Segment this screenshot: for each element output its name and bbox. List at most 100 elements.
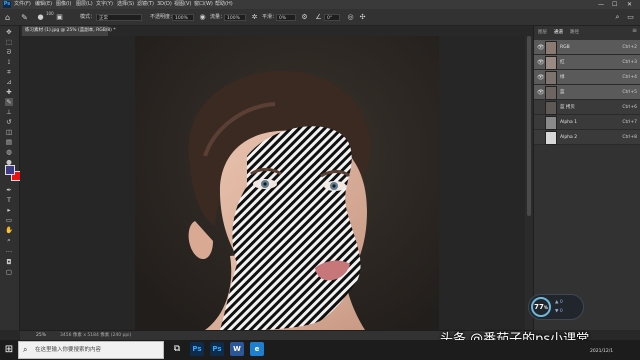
menu-image[interactable]: 图像(I)	[56, 0, 71, 9]
menu-window[interactable]: 窗口(W)	[194, 0, 213, 9]
search-icon[interactable]: ⌕	[613, 13, 622, 22]
channel-row-rgb[interactable]: 👁 RGB Ctrl+2	[534, 40, 640, 55]
download-rate: ▼ 0	[555, 309, 563, 314]
brush-settings-icon[interactable]: ▣	[55, 13, 64, 22]
document-tab-bar: 练习素材 (1).jpg @ 25% (蓝副本, RGB/8) *	[20, 26, 525, 36]
close-button[interactable]: ✕	[627, 0, 632, 9]
tools-panel: ✥ ⬚ ᘐ ⟟ ⌗ ⊿ ✚ ✎ ⊥ ↺ ◫ ▤ ◍ ● ✒ T ▸ ▭ ✋ ⌕ …	[0, 26, 21, 330]
menu-file[interactable]: 文件(F)	[14, 0, 31, 9]
hand-tool-icon[interactable]: ✋	[5, 226, 13, 234]
visibility-eye-icon[interactable]: 👁	[537, 44, 545, 51]
document-tab[interactable]: 练习素材 (1).jpg @ 25% (蓝副本, RGB/8) *	[22, 26, 116, 36]
tab-layers[interactable]: 图层	[538, 29, 547, 35]
maximize-button[interactable]: ☐	[612, 0, 617, 9]
brush-preset-icon[interactable]: ●	[36, 13, 45, 22]
channel-thumbnail	[545, 116, 557, 130]
channel-row-green[interactable]: 👁 绿 Ctrl+4	[534, 70, 640, 85]
quick-mask-icon[interactable]: ◘	[5, 258, 13, 266]
menu-select[interactable]: 选择(S)	[117, 0, 134, 9]
airbrush-icon[interactable]: ✲	[250, 13, 259, 22]
taskbar-photoshop-2-icon[interactable]: Ps	[210, 342, 224, 356]
task-view-icon[interactable]: ⧉	[170, 342, 184, 356]
pressure-opacity-icon[interactable]: ◉	[198, 13, 207, 22]
menu-help[interactable]: 帮助(H)	[215, 0, 233, 9]
visibility-eye-icon[interactable]: 👁	[537, 89, 545, 96]
taskbar-search-box[interactable]: ⌕ 在这里输入你要搜索的内容	[18, 341, 164, 359]
channel-row-alpha-2[interactable]: Alpha 2 Ctrl+8	[534, 130, 640, 145]
channel-row-blue-copy[interactable]: 蓝 拷贝 Ctrl+6	[534, 100, 640, 115]
quick-select-tool-icon[interactable]: ⟟	[5, 58, 13, 66]
zoom-tool-icon[interactable]: ⌕	[5, 236, 13, 244]
healing-brush-tool-icon[interactable]: ✚	[5, 88, 13, 96]
scrollbar-thumb[interactable]	[527, 36, 531, 216]
channel-thumbnail	[545, 131, 557, 145]
document-canvas[interactable]	[135, 36, 439, 330]
visibility-eye-icon[interactable]: 👁	[537, 74, 545, 81]
path-select-tool-icon[interactable]: ▸	[5, 206, 13, 214]
smoothing-input[interactable]: 0%	[276, 14, 296, 21]
eyedropper-tool-icon[interactable]: ⊿	[5, 78, 13, 86]
symmetry-icon[interactable]: ✣	[358, 13, 367, 22]
eraser-tool-icon[interactable]: ◫	[5, 128, 13, 136]
menu-layer[interactable]: 图层(L)	[76, 0, 93, 9]
channel-name: 红	[560, 60, 565, 65]
channel-thumbnail	[545, 86, 557, 100]
taskbar-browser-icon[interactable]: e	[250, 342, 264, 356]
menu-bar: Ps 文件(F) 编辑(E) 图像(I) 图层(L) 文字(Y) 选择(S) 滤…	[0, 0, 640, 9]
rectangle-tool-icon[interactable]: ▭	[5, 216, 13, 224]
flow-input[interactable]: 100%	[224, 14, 246, 21]
screen-mode-icon[interactable]: ▢	[5, 268, 13, 276]
home-icon[interactable]: ⌂	[3, 13, 12, 22]
channel-row-alpha-1[interactable]: Alpha 1 Ctrl+7	[534, 115, 640, 130]
opacity-input[interactable]: 100%	[172, 14, 194, 21]
search-icon: ⌕	[23, 345, 28, 354]
minimize-button[interactable]: —	[598, 0, 604, 9]
channel-shortcut: Ctrl+7	[622, 120, 637, 125]
menu-type[interactable]: 文字(Y)	[96, 0, 113, 9]
more-tools-icon[interactable]: …	[5, 246, 13, 254]
angle-input[interactable]: 0°	[324, 14, 340, 21]
taskbar: ⊞ ⌕ 在这里输入你要搜索的内容 ⧉ Ps Ps W e	[0, 340, 640, 360]
channel-name: RGB	[560, 45, 570, 50]
channel-thumbnail	[545, 56, 557, 70]
photoshop-logo-icon: Ps	[3, 1, 11, 8]
taskbar-word-icon[interactable]: W	[230, 342, 244, 356]
mode-select[interactable]: 正常	[96, 14, 142, 21]
channels-panel: 图层 通道 路径 ≡ 👁 RGB Ctrl+2 👁 红 Ctrl+3 👁 绿 C…	[533, 26, 640, 330]
menu-view[interactable]: 视图(V)	[174, 0, 191, 9]
history-brush-tool-icon[interactable]: ↺	[5, 118, 13, 126]
channel-row-blue[interactable]: 👁 蓝 Ctrl+5	[534, 85, 640, 100]
pressure-size-icon[interactable]: ◎	[346, 13, 355, 22]
windows-start-icon[interactable]: ⊞	[0, 340, 18, 360]
foreground-color-swatch[interactable]	[5, 165, 15, 175]
crop-tool-icon[interactable]: ⌗	[5, 68, 13, 76]
stamp-tool-icon[interactable]: ⊥	[5, 108, 13, 116]
channel-shortcut: Ctrl+6	[622, 105, 637, 110]
marquee-tool-icon[interactable]: ⬚	[5, 38, 13, 46]
channel-name: 绿	[560, 75, 565, 80]
pen-tool-icon[interactable]: ✒	[5, 186, 13, 194]
gradient-tool-icon[interactable]: ▤	[5, 138, 13, 146]
visibility-eye-icon[interactable]: 👁	[537, 59, 545, 66]
channel-shortcut: Ctrl+8	[622, 135, 637, 140]
channel-shortcut: Ctrl+5	[622, 90, 637, 95]
workspace-icon[interactable]: ▭	[626, 13, 635, 22]
channel-row-red[interactable]: 👁 红 Ctrl+3	[534, 55, 640, 70]
menu-3d[interactable]: 3D(D)	[157, 0, 172, 9]
vertical-scrollbar[interactable]	[525, 36, 533, 330]
taskbar-photoshop-icon[interactable]: Ps	[190, 342, 204, 356]
smoothing-options-icon[interactable]: ⚙	[300, 13, 309, 22]
tab-paths[interactable]: 路径	[570, 29, 579, 35]
move-tool-icon[interactable]: ✥	[5, 28, 13, 36]
tab-channels[interactable]: 通道	[554, 29, 563, 35]
lasso-tool-icon[interactable]: ᘐ	[5, 48, 13, 56]
brush-tool-icon[interactable]: ✎	[5, 98, 13, 106]
type-tool-icon[interactable]: T	[5, 196, 13, 204]
brush-tool-icon[interactable]: ✎	[20, 13, 29, 22]
brush-size-value: 100	[46, 11, 54, 16]
blur-tool-icon[interactable]: ◍	[5, 148, 13, 156]
menu-filter[interactable]: 滤镜(T)	[137, 0, 154, 9]
channel-thumbnail	[545, 41, 557, 55]
channel-name: Alpha 2	[560, 135, 578, 140]
panel-menu-icon[interactable]: ≡	[632, 27, 637, 34]
